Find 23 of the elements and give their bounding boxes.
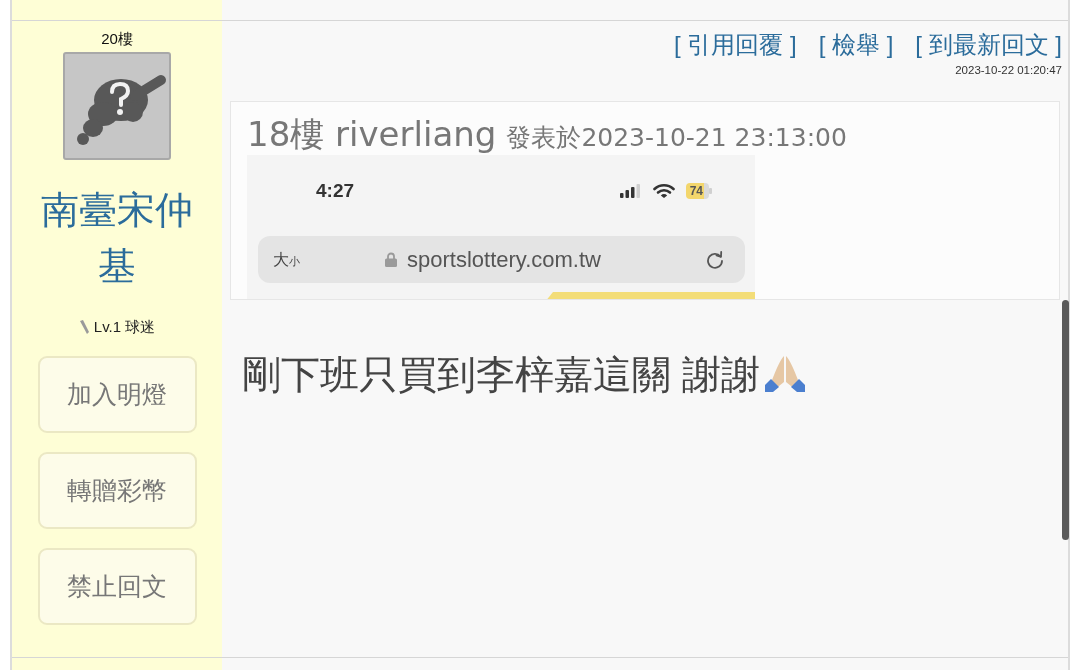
reload-icon [705,249,725,270]
status-time: 4:27 [316,178,355,203]
author-name[interactable]: 南臺宋仲基 [32,182,202,294]
post-timestamp: 2023-10-22 01:20:47 [955,63,1063,77]
action-button[interactable]: 轉贈彩幣 [37,452,197,529]
user-level: Lv.1 球迷 [93,318,156,336]
action-button[interactable]: 加入明燈 [37,356,197,433]
praying-hands-icon [763,354,806,392]
wifi-icon [652,183,675,199]
action-button[interactable]: 禁止回文 [37,548,197,625]
battery-indicator: 74 [685,183,709,199]
post-action-link[interactable]: [ 檢舉 ] [818,30,894,60]
quoted-author: 18樓 riverliang [247,114,497,154]
post-action-link[interactable]: [ 引用回覆 ] [674,30,797,60]
floor-number: 20樓 [101,30,133,48]
quoted-post-time: 發表於2023-10-21 23:13:00 [506,122,847,154]
signal-icon [618,184,641,198]
lock-icon [385,252,397,267]
post-action-link[interactable]: [ 到最新回文 ] [915,30,1062,60]
post-body-text: 剛下班只買到李梓嘉這關 謝謝 [242,352,760,398]
url-text: sportslottery.com.tw [407,246,601,274]
pen-icon [78,320,90,334]
scrollbar-thumb[interactable] [1062,300,1069,540]
